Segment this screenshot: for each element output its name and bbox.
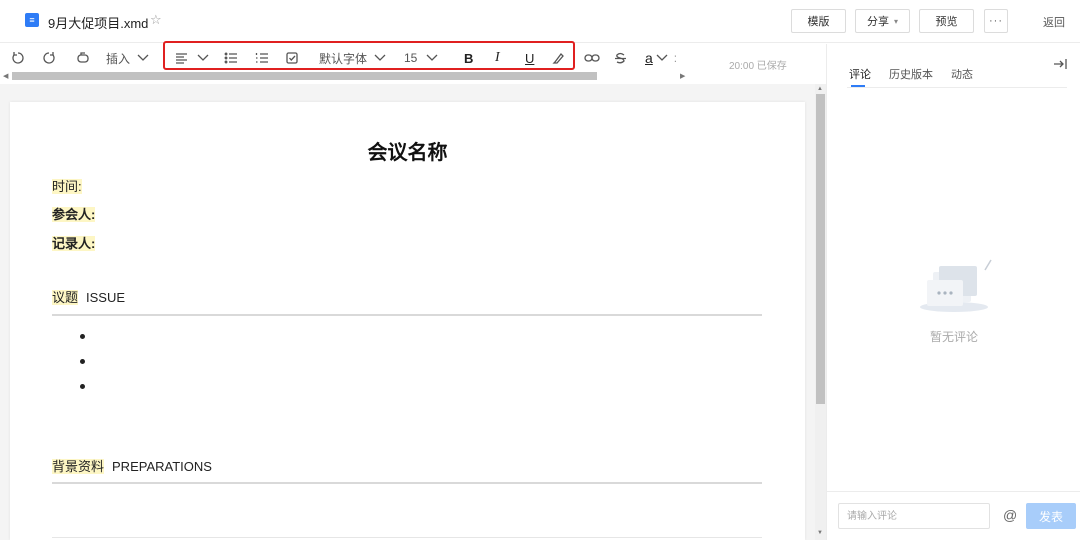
back-link[interactable]: 返回 bbox=[1043, 14, 1065, 30]
horizontal-scroll-thumb[interactable] bbox=[12, 72, 597, 80]
recorder-field[interactable]: 记录人: bbox=[52, 233, 96, 252]
section-divider bbox=[52, 482, 762, 484]
template-button[interactable]: 模版 bbox=[791, 9, 846, 33]
preview-button-label: 预览 bbox=[935, 16, 958, 28]
strikethrough-icon[interactable] bbox=[614, 48, 627, 68]
save-status: 20:00 已保存 bbox=[729, 61, 787, 72]
redo-icon[interactable] bbox=[42, 48, 56, 68]
tabs-divider bbox=[847, 87, 1067, 88]
chevron-down-icon bbox=[137, 54, 149, 61]
bullet-point[interactable] bbox=[80, 334, 85, 339]
issue-heading-cn: 议题 bbox=[52, 290, 79, 305]
document-title[interactable]: 会议名称 bbox=[10, 136, 805, 165]
attendees-field[interactable]: 参会人: bbox=[52, 204, 96, 223]
preparations-heading-en: PREPARATIONS bbox=[112, 459, 212, 474]
time-label: 时间: bbox=[52, 179, 82, 194]
section-divider bbox=[52, 314, 762, 316]
chevron-down-icon bbox=[656, 54, 668, 61]
attendees-label: 参会人: bbox=[52, 207, 96, 222]
scroll-right-icon[interactable]: ▶ bbox=[680, 72, 685, 80]
post-comment-button[interactable]: 发表 bbox=[1026, 503, 1076, 529]
scroll-left-icon[interactable]: ◀ bbox=[3, 72, 8, 80]
share-button-label: 分享 bbox=[866, 16, 889, 28]
post-comment-label: 发表 bbox=[1038, 509, 1063, 524]
more-options-button[interactable]: ··· bbox=[984, 9, 1008, 33]
file-name[interactable]: 9月大促项目.xmd bbox=[48, 13, 148, 32]
time-field[interactable]: 时间: bbox=[52, 176, 82, 195]
toolbar-overflow-icon[interactable]: : bbox=[674, 51, 677, 65]
top-header: ≡ 9月大促项目.xmd ☆ 模版 分享 ▾ 预览 ··· 返回 bbox=[0, 0, 1080, 43]
issue-heading[interactable]: 议题 ISSUE bbox=[52, 287, 125, 306]
mention-icon[interactable]: @ bbox=[1003, 507, 1017, 523]
comments-panel: 评论 历史版本 动态 暂无评论 @ 发表 bbox=[826, 44, 1080, 540]
issue-heading-en: ISSUE bbox=[86, 290, 126, 305]
share-button[interactable]: 分享 ▾ bbox=[855, 9, 910, 33]
empty-comments-text: 暂无评论 bbox=[929, 330, 978, 344]
vertical-scroll-thumb[interactable] bbox=[816, 94, 825, 404]
vertical-scrollbar[interactable]: ▲ ▼ bbox=[815, 84, 826, 540]
format-painter-icon[interactable] bbox=[76, 48, 91, 68]
more-icon: ··· bbox=[989, 15, 1003, 27]
preparations-heading[interactable]: 背景资料 PREPARATIONS bbox=[52, 456, 212, 475]
insert-menu[interactable]: 插入 bbox=[106, 48, 150, 68]
tab-history[interactable]: 历史版本 bbox=[889, 66, 933, 82]
text-color-button[interactable]: a : bbox=[645, 48, 677, 68]
section-divider bbox=[52, 537, 762, 538]
scroll-up-icon[interactable]: ▲ bbox=[817, 86, 823, 92]
horizontal-scrollbar[interactable]: ◀ ▶ bbox=[0, 70, 690, 82]
template-button-label: 模版 bbox=[807, 16, 830, 28]
preview-button[interactable]: 预览 bbox=[919, 9, 974, 33]
bullet-point[interactable] bbox=[80, 359, 85, 364]
link-icon[interactable] bbox=[584, 48, 600, 68]
undo-icon[interactable] bbox=[11, 48, 25, 68]
caret-down-icon: ▾ bbox=[893, 16, 898, 26]
scroll-down-icon[interactable]: ▼ bbox=[817, 530, 823, 536]
tab-comments[interactable]: 评论 bbox=[849, 66, 871, 82]
collapse-panel-icon[interactable] bbox=[1053, 58, 1067, 73]
empty-comments-illustration bbox=[919, 254, 999, 317]
star-icon[interactable]: ☆ bbox=[150, 12, 162, 28]
comment-input[interactable] bbox=[838, 503, 990, 529]
formatting-group-highlight bbox=[163, 41, 575, 70]
tab-activity[interactable]: 动态 bbox=[951, 66, 973, 82]
text-color-glyph: a bbox=[645, 50, 653, 66]
document-file-icon: ≡ bbox=[25, 13, 39, 27]
bullet-point[interactable] bbox=[80, 384, 85, 389]
insert-label: 插入 bbox=[106, 51, 131, 66]
panel-bottom-divider bbox=[827, 491, 1080, 492]
recorder-label: 记录人: bbox=[52, 236, 96, 251]
preparations-heading-cn: 背景资料 bbox=[52, 459, 105, 474]
